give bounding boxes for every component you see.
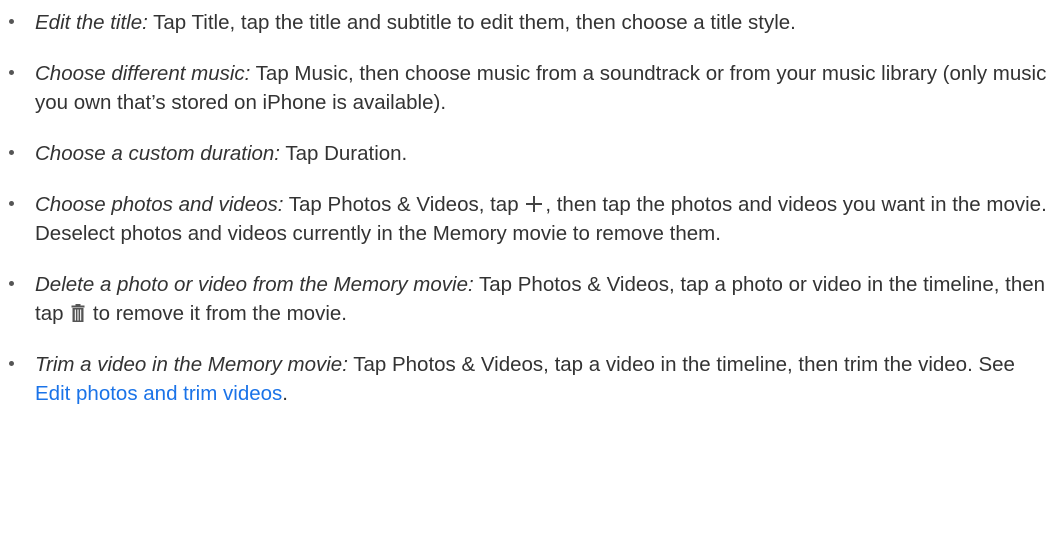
- item-text-before-icon: Tap Photos & Videos, tap: [283, 193, 519, 216]
- bullet-list: Edit the title: Tap Title, tap the title…: [0, 8, 1053, 430]
- bullet-dot: [9, 281, 14, 286]
- plus-icon: [526, 196, 543, 212]
- item-text-after-link: .: [282, 382, 288, 405]
- list-item-delete-photo-video: Delete a photo or video from the Memory …: [0, 270, 1053, 328]
- item-term: Delete a photo or video from the Memory …: [35, 273, 474, 296]
- item-term: Choose different music:: [35, 62, 251, 85]
- item-text: Tap Title, tap the title and subtitle to…: [147, 11, 796, 34]
- item-text: Tap Duration.: [280, 142, 408, 165]
- document-body: Edit the title: Tap Title, tap the title…: [0, 0, 1053, 541]
- item-text-after-icon: to remove it from the movie.: [92, 302, 347, 325]
- list-item-custom-duration: Choose a custom duration: Tap Duration.: [0, 139, 1053, 168]
- item-text-before-link: Tap Photos & Videos, tap a video in the …: [347, 353, 1015, 376]
- list-item-choose-music: Choose different music: Tap Music, then …: [0, 59, 1053, 117]
- list-item-edit-title: Edit the title: Tap Title, tap the title…: [0, 8, 1053, 37]
- list-item-trim-video: Trim a video in the Memory movie: Tap Ph…: [0, 350, 1053, 408]
- bullet-dot: [9, 150, 14, 155]
- trash-icon: [71, 304, 85, 322]
- bullet-dot: [9, 70, 14, 75]
- item-term: Choose a custom duration:: [35, 142, 280, 165]
- bullet-dot: [9, 19, 14, 24]
- item-term: Trim a video in the Memory movie:: [35, 353, 348, 376]
- item-term: Edit the title:: [35, 11, 148, 34]
- bullet-dot: [9, 361, 14, 366]
- item-term: Choose photos and videos:: [35, 193, 284, 216]
- bullet-dot: [9, 201, 14, 206]
- edit-photos-trim-videos-link[interactable]: Edit photos and trim videos: [35, 382, 282, 405]
- list-item-choose-photos-videos: Choose photos and videos: Tap Photos & V…: [0, 190, 1053, 248]
